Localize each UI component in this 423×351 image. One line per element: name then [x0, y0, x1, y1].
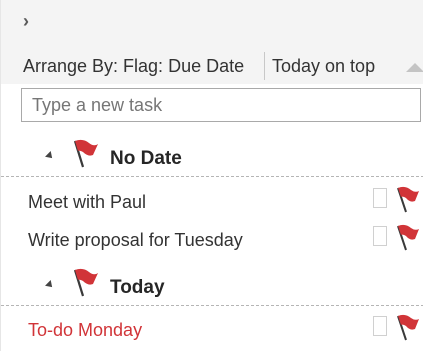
arrange-separator	[264, 52, 265, 80]
group-title: Today	[110, 277, 165, 298]
collapse-triangle-icon[interactable]	[45, 151, 55, 161]
todo-bar-header: ›	[1, 0, 423, 46]
group-divider	[1, 176, 423, 177]
task-subject: Meet with Paul	[28, 192, 147, 212]
group-divider	[1, 305, 423, 306]
todo-bar: › Arrange By: Flag: Due Date Today on to…	[0, 0, 423, 351]
chevron-right-icon[interactable]: ›	[23, 12, 41, 30]
red-flag-icon[interactable]	[393, 312, 421, 342]
collapse-triangle-icon[interactable]	[45, 280, 55, 290]
task-subject: To-do Monday	[28, 320, 143, 340]
task-complete-checkbox[interactable]	[373, 188, 387, 208]
red-flag-icon	[73, 268, 98, 297]
group-title: No Date	[110, 148, 182, 169]
red-flag-icon[interactable]	[393, 184, 421, 214]
task-complete-checkbox[interactable]	[373, 226, 387, 246]
group-header-today[interactable]: Today	[1, 266, 423, 306]
arrange-by-button[interactable]: Arrange By: Flag: Due Date	[23, 56, 244, 77]
arrange-by-bar: Arrange By: Flag: Due Date Today on top	[1, 46, 423, 84]
red-flag-icon	[73, 139, 98, 168]
task-row[interactable]: Write proposal for Tuesday	[1, 220, 423, 258]
task-complete-checkbox[interactable]	[373, 316, 387, 336]
group-header-no-date[interactable]: No Date	[1, 137, 423, 177]
sort-order-button[interactable]: Today on top	[272, 56, 375, 77]
sort-ascending-icon[interactable]	[406, 63, 423, 72]
task-row[interactable]: Meet with Paul	[1, 182, 423, 220]
red-flag-icon[interactable]	[393, 222, 421, 252]
task-row[interactable]: To-do Monday	[1, 310, 423, 348]
new-task-input[interactable]	[21, 88, 421, 122]
task-subject: Write proposal for Tuesday	[28, 230, 243, 250]
